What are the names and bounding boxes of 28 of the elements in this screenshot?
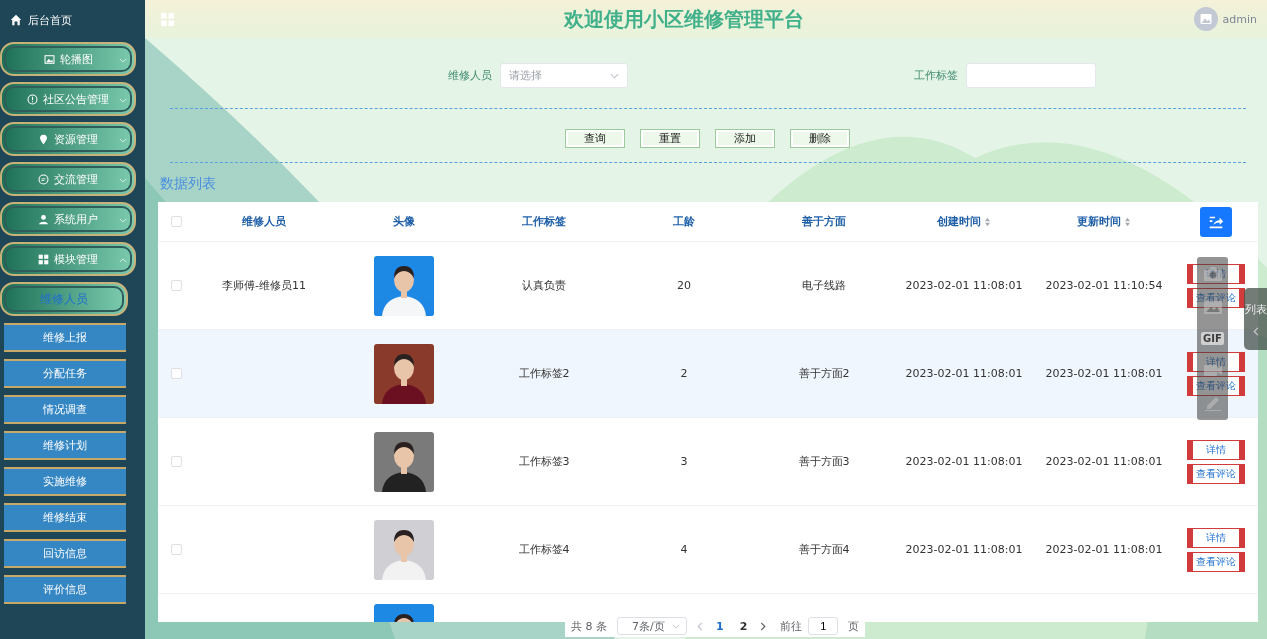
page-suffix: 页: [848, 618, 860, 634]
total-count: 共 8 条: [571, 618, 607, 634]
section-title: 数据列表: [160, 175, 217, 193]
page-title: 欢迎使用小区维修管理平台: [562, 5, 806, 33]
table-cell: 2: [680, 367, 688, 380]
table-cell: 2023-02-01 11:08:01: [1045, 543, 1163, 556]
field-label: 维修人员: [448, 68, 492, 83]
table-cell: 2023-02-01 11:08:01: [905, 367, 1023, 380]
table-cell: 电子线路: [802, 278, 846, 293]
table-cell: 李师傅-维修员11: [222, 278, 306, 293]
field-label: 工作标签: [914, 68, 958, 83]
table-cell: 2023-02-01 11:08:01: [1045, 455, 1163, 468]
table-cell: 认真负责: [522, 278, 566, 293]
table-cell: 2023-02-01 11:08:01: [905, 279, 1023, 292]
table-cell: 善于方面3: [798, 454, 850, 469]
table-cell: 3: [680, 455, 688, 468]
table-cell: 善于方面4: [798, 542, 850, 557]
table-cell: 4: [680, 543, 688, 556]
goto-label: 前往: [780, 618, 803, 634]
table-cell: 2023-02-01 11:08:01: [905, 455, 1023, 468]
table-cell: 善于方面2: [798, 366, 850, 381]
table-cell: 工作标签3: [518, 454, 570, 469]
table-cell: 2023-02-01 11:08:01: [1045, 367, 1163, 380]
table-cell: 工作标签4: [518, 542, 570, 557]
table-cell: 2023-02-01 11:10:54: [1045, 279, 1163, 292]
table-cell: 20: [677, 279, 691, 292]
table-cell: 2023-02-01 11:08:01: [905, 543, 1023, 556]
table-cell: 工作标签2: [518, 366, 570, 381]
